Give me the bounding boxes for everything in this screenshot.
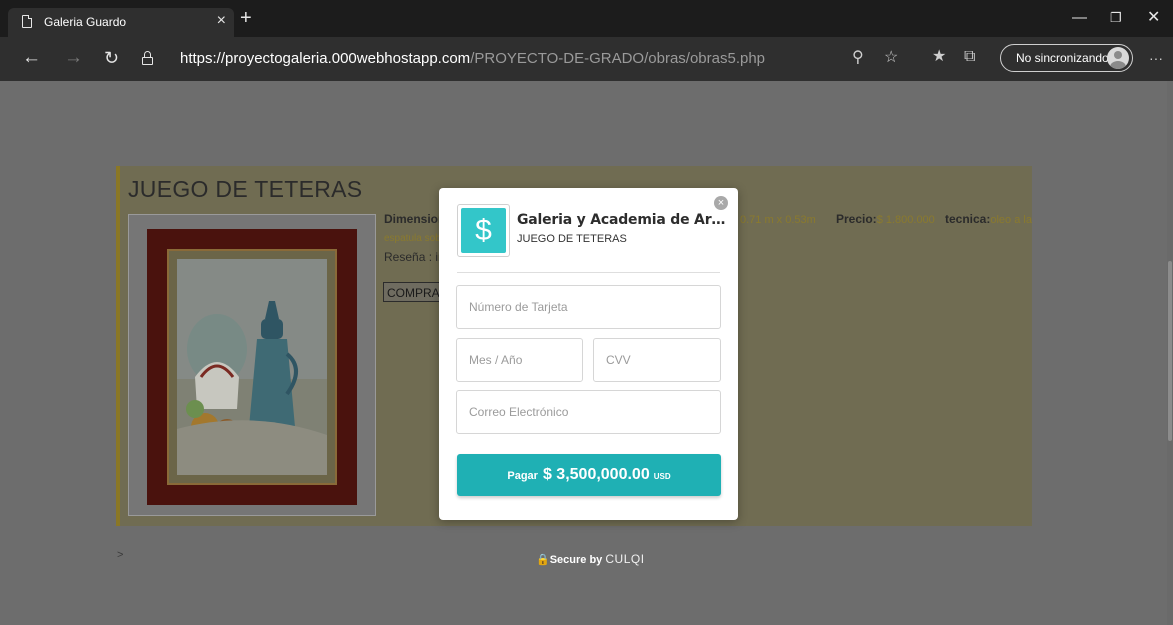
browser-toolbar: ← → ↻ https://proyectogaleria.000webhost… <box>0 37 1173 81</box>
dimension-label: Dimension <box>384 212 446 226</box>
window-close-icon[interactable]: ✕ <box>1147 8 1160 28</box>
technique-info: tecnica:oleo a la <box>945 212 1032 226</box>
merchant-name: Galeria y Academia de Artes Gu... <box>517 212 727 228</box>
profile-sync-button[interactable]: No sincronizando <box>1000 44 1133 72</box>
buy-button[interactable]: COMPRAR <box>383 282 447 302</box>
tab-close-button[interactable]: × <box>217 12 226 30</box>
product-title: JUEGO DE TETERAS <box>128 176 363 202</box>
pay-label: Pagar <box>507 470 538 482</box>
arrow-mark: > <box>117 549 124 561</box>
more-options-icon[interactable]: ··· <box>1149 48 1163 68</box>
pay-button[interactable]: Pagar $ 3,500,000.00 USD <box>457 454 721 496</box>
dollar-icon: $ <box>461 208 506 253</box>
price-info: Precio:$ 1.800.000 <box>836 212 935 226</box>
favorite-star-icon[interactable]: ☆ <box>884 48 898 68</box>
painting-image <box>128 214 376 516</box>
payment-modal: × $ Galeria y Academia de Artes Gu... JU… <box>439 188 738 520</box>
pay-amount: $ 3,500,000.00 <box>542 466 650 483</box>
zoom-icon[interactable]: ⚲ <box>852 48 864 68</box>
lock-icon: 🔒 <box>536 554 550 566</box>
page-icon <box>22 15 32 28</box>
lock-icon <box>142 51 153 65</box>
forward-arrow-icon[interactable]: → <box>64 47 83 69</box>
scrollbar[interactable] <box>1167 81 1173 625</box>
collections-icon[interactable]: ⧉ <box>964 47 975 67</box>
refresh-icon[interactable]: ↻ <box>104 47 119 69</box>
sync-label: No sincronizando <box>1016 51 1109 65</box>
back-arrow-icon[interactable]: ← <box>22 47 41 69</box>
restore-icon[interactable]: ❐ <box>1110 8 1122 28</box>
address-bar[interactable]: https://proyectogaleria.000webhostapp.co… <box>136 45 996 73</box>
merchant-logo: $ <box>457 204 510 257</box>
avatar <box>1107 47 1129 69</box>
technique-value-cont: espatula sob <box>384 233 441 244</box>
new-tab-button[interactable]: + <box>240 8 252 28</box>
cvv-input[interactable] <box>593 338 721 382</box>
card-number-input[interactable] <box>456 285 721 329</box>
divider <box>457 272 720 273</box>
product-name: JUEGO DE TETERAS <box>517 233 627 245</box>
minimize-icon[interactable]: — <box>1072 8 1087 28</box>
tab-title: Galeria Guardo <box>44 15 127 29</box>
expiry-input[interactable] <box>456 338 583 382</box>
email-input[interactable] <box>456 390 721 434</box>
close-icon[interactable]: × <box>714 196 728 210</box>
secure-by-culqi: 🔒Secure by CULQI <box>536 552 645 566</box>
resena-text: Reseña : in <box>384 250 445 264</box>
pay-currency: USD <box>653 472 671 481</box>
browser-tab[interactable]: Galeria Guardo × <box>8 8 234 37</box>
favorites-list-icon[interactable]: ★ <box>932 47 946 67</box>
tab-strip: Galeria Guardo × + — ❐ ✕ <box>0 0 1173 37</box>
dimension-value: 0.71 m x 0.53m <box>740 214 816 226</box>
url-text[interactable]: https://proyectogaleria.000webhostapp.co… <box>180 50 765 67</box>
